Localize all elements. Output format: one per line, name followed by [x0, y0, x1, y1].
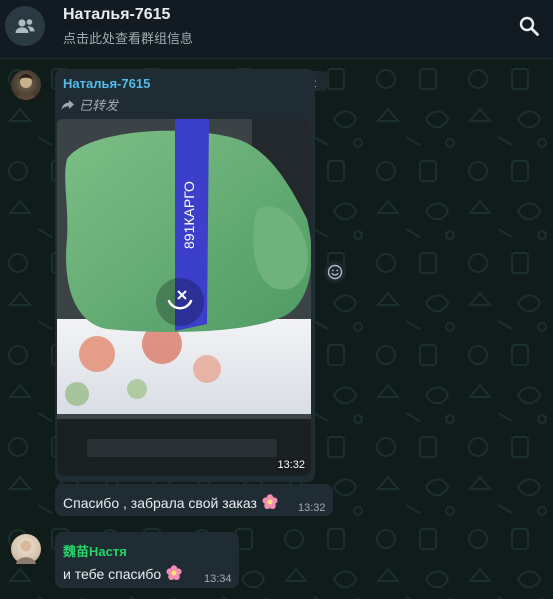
message-time: 13:32: [298, 502, 326, 514]
emoji-icon: [327, 264, 343, 280]
message-time: 13:32: [277, 459, 305, 471]
chat-area[interactable]: 今天 Наталья-7615 已转发: [0, 59, 553, 599]
message-text-wrap: и тебе спасибо: [63, 564, 183, 582]
forwarded-text: 已转发: [79, 98, 119, 113]
message-photo[interactable]: 891КАРГО 13:32: [57, 119, 311, 476]
message-sender[interactable]: 魏苗Настя: [63, 541, 127, 560]
tape-text: 891КАРГО: [181, 181, 197, 249]
sender-avatar[interactable]: [11, 534, 41, 564]
group-avatar[interactable]: [5, 6, 45, 46]
avatar-photo: [16, 540, 36, 564]
search-icon[interactable]: [517, 14, 541, 38]
forward-icon: [61, 99, 74, 110]
chat-header[interactable]: Наталья-7615 点击此处查看群组信息: [0, 0, 553, 59]
flower-emoji: [166, 565, 182, 580]
message-sender[interactable]: Наталья-7615: [63, 76, 150, 91]
message-time: 13:34: [204, 573, 232, 585]
sender-avatar[interactable]: [11, 70, 41, 100]
photo-image: 891КАРГО: [57, 119, 311, 476]
avatar-photo: [15, 74, 37, 100]
message-text: Спасибо , забрала свой заказ: [63, 495, 257, 511]
group-icon: [15, 19, 35, 33]
emoji-reaction-button[interactable]: [324, 261, 346, 283]
flower-emoji: [262, 494, 278, 509]
message-text-wrap: Спасибо , забрала свой заказ: [63, 493, 279, 511]
message-text: и тебе спасибо: [63, 566, 162, 582]
forwarded-label: 已转发: [61, 95, 118, 114]
group-info-hint[interactable]: 点击此处查看群组信息: [63, 28, 193, 47]
group-title[interactable]: Наталья-7615: [63, 6, 170, 24]
